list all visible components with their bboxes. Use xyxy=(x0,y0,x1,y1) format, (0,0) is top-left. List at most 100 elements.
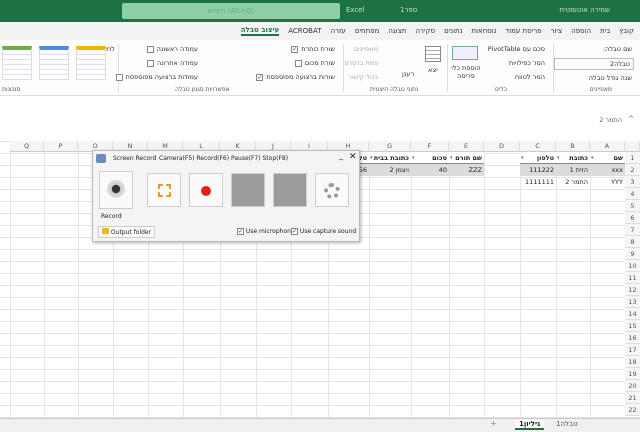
row-header[interactable]: 22 xyxy=(625,404,640,416)
table-header-cell[interactable]: שם תורם xyxy=(449,152,484,164)
tab-9[interactable]: מפתחים xyxy=(355,27,380,35)
tab-0[interactable]: קובץ xyxy=(619,27,634,35)
row-header[interactable]: 11 xyxy=(625,272,640,284)
unlink-button[interactable]: בטל קישור xyxy=(348,73,378,81)
table-cell[interactable]: 1111111 xyxy=(520,176,556,188)
table-cell[interactable]: 40 xyxy=(411,164,449,176)
table-header-cell[interactable]: כתובת xyxy=(556,152,590,164)
table-name-input[interactable]: טבלה2 xyxy=(554,58,634,70)
column-header-A[interactable]: A xyxy=(590,141,625,152)
filter-dropdown-icon[interactable]: ▾ xyxy=(370,155,373,161)
close-button[interactable]: ✕ xyxy=(349,152,357,162)
row-header[interactable]: 21 xyxy=(625,392,640,404)
tab-4[interactable]: פריסת עמוד xyxy=(505,27,541,35)
stop-button[interactable] xyxy=(273,173,307,207)
checkbox[interactable] xyxy=(147,59,154,67)
row-header[interactable]: 6 xyxy=(625,212,640,224)
row-header[interactable]: 5 xyxy=(625,200,640,212)
checkbox[interactable]: ✓ xyxy=(237,228,244,235)
row-header[interactable]: 18 xyxy=(625,356,640,368)
table-header-cell[interactable]: טלפון xyxy=(520,152,556,164)
open-browser-button[interactable]: פתח בדפדפן xyxy=(343,59,378,67)
table-cell[interactable]: xxx xyxy=(590,164,625,176)
sheet-tab-active[interactable]: גיליון1 xyxy=(515,420,545,430)
row-header[interactable]: 12 xyxy=(625,284,640,296)
tab-10[interactable]: עזרה xyxy=(330,27,345,35)
filter-dropdown-icon[interactable]: ▾ xyxy=(591,155,594,161)
search-input[interactable]: חיפוש (Alt+Q) xyxy=(122,3,340,19)
tab-12[interactable]: עיצוב טבלה xyxy=(240,26,280,36)
table-style-swatch[interactable] xyxy=(2,46,32,80)
table-cell[interactable]: הזית 1 xyxy=(556,164,590,176)
chevron-up-icon[interactable]: ^ xyxy=(628,115,634,123)
row-header[interactable]: 13 xyxy=(625,296,640,308)
row-header[interactable]: 9 xyxy=(625,248,640,260)
use-microphone-checkbox[interactable]: ✓ Use microphone xyxy=(237,228,295,235)
tab-6[interactable]: נתונים xyxy=(444,27,462,35)
tab-11[interactable]: ACROBAT xyxy=(288,27,321,35)
convert-range-button[interactable]: המר לטווח xyxy=(515,73,545,81)
table-header-cell[interactable]: סכום xyxy=(411,152,449,164)
column-header-C[interactable]: C xyxy=(520,141,556,152)
row-header[interactable]: 14 xyxy=(625,308,640,320)
option-banded-rows[interactable]: שורות ברצועה מפוספסת✓ xyxy=(205,73,335,81)
table-header-cell[interactable]: כתובת בבית xyxy=(369,152,411,164)
column-header-D[interactable]: D xyxy=(484,141,520,152)
settings-button[interactable] xyxy=(315,173,349,207)
table-cell[interactable]: התמר 2 xyxy=(556,176,590,188)
insert-slicer-button[interactable]: הוספת כלי פריסה xyxy=(450,64,482,80)
tab-7[interactable]: סקירה xyxy=(415,27,435,35)
recorder-menu[interactable]: Camera(F5) Record(F6) Pause(F7) Stop(F8) xyxy=(159,155,288,162)
column-header-G[interactable]: G xyxy=(369,141,411,152)
row-header[interactable]: 20 xyxy=(625,380,640,392)
properties-button[interactable]: מאפיינים xyxy=(354,45,378,53)
row-header[interactable]: 15 xyxy=(625,320,640,332)
checkbox[interactable]: ✓ xyxy=(256,73,264,81)
row-header[interactable]: 10 xyxy=(625,260,640,272)
row-header[interactable]: 17 xyxy=(625,344,640,356)
resize-table-button[interactable]: שנה גודל טבלה xyxy=(589,74,632,82)
tab-2[interactable]: הוספה xyxy=(571,27,591,35)
region-select-button[interactable] xyxy=(147,173,181,207)
row-header[interactable]: 19 xyxy=(625,368,640,380)
select-all-button[interactable] xyxy=(625,141,640,152)
checkbox[interactable]: ✓ xyxy=(291,228,298,235)
table-cell[interactable]: 111222 xyxy=(520,164,556,176)
table-style-swatch[interactable] xyxy=(76,46,106,80)
camera-button[interactable] xyxy=(99,171,133,209)
row-header[interactable]: 7 xyxy=(625,224,640,236)
table-header-cell[interactable]: שם xyxy=(590,152,625,164)
column-header-F[interactable]: F xyxy=(411,141,449,152)
record-button[interactable] xyxy=(189,173,223,207)
column-header-B[interactable]: B xyxy=(556,141,590,152)
row-header[interactable]: 1 xyxy=(625,152,640,164)
filter-dropdown-icon[interactable]: ▾ xyxy=(557,155,560,161)
checkbox[interactable] xyxy=(115,73,123,81)
table-style-swatch[interactable] xyxy=(39,46,69,80)
tab-3[interactable]: ציור xyxy=(551,27,563,35)
checkbox[interactable] xyxy=(294,59,302,67)
sheet-tab[interactable]: טבלה1 xyxy=(556,420,578,428)
minimize-button[interactable]: _ xyxy=(339,151,343,160)
pivot-button[interactable]: סכם עם PivotTable xyxy=(488,45,545,53)
tab-1[interactable]: בית xyxy=(600,27,610,35)
table-cell[interactable]: YYY xyxy=(590,176,625,188)
export-button[interactable]: יצא xyxy=(428,66,438,74)
column-header-P[interactable]: P xyxy=(44,141,78,152)
use-capture-sound-checkbox[interactable]: ✓ Use capture sound xyxy=(291,228,356,235)
filter-dropdown-icon[interactable]: ▾ xyxy=(412,155,415,161)
row-header[interactable]: 8 xyxy=(625,236,640,248)
column-header-Q[interactable]: Q xyxy=(10,141,44,152)
row-header[interactable]: 3 xyxy=(625,176,640,188)
checkbox[interactable] xyxy=(146,45,154,53)
table-cell[interactable]: ZZZ xyxy=(449,164,484,176)
output-folder-button[interactable]: Output folder xyxy=(98,226,156,238)
option-header-row[interactable]: שורת כותרת✓ xyxy=(205,45,335,53)
pause-button[interactable] xyxy=(231,173,265,207)
table-cell[interactable]: ויצמן 2 xyxy=(369,164,411,176)
add-sheet-button[interactable]: + xyxy=(490,419,497,428)
tab-8[interactable]: תצוגה xyxy=(388,27,406,35)
row-header[interactable]: 16 xyxy=(625,332,640,344)
row-header[interactable]: 4 xyxy=(625,188,640,200)
filter-dropdown-icon[interactable]: ▾ xyxy=(521,155,524,161)
